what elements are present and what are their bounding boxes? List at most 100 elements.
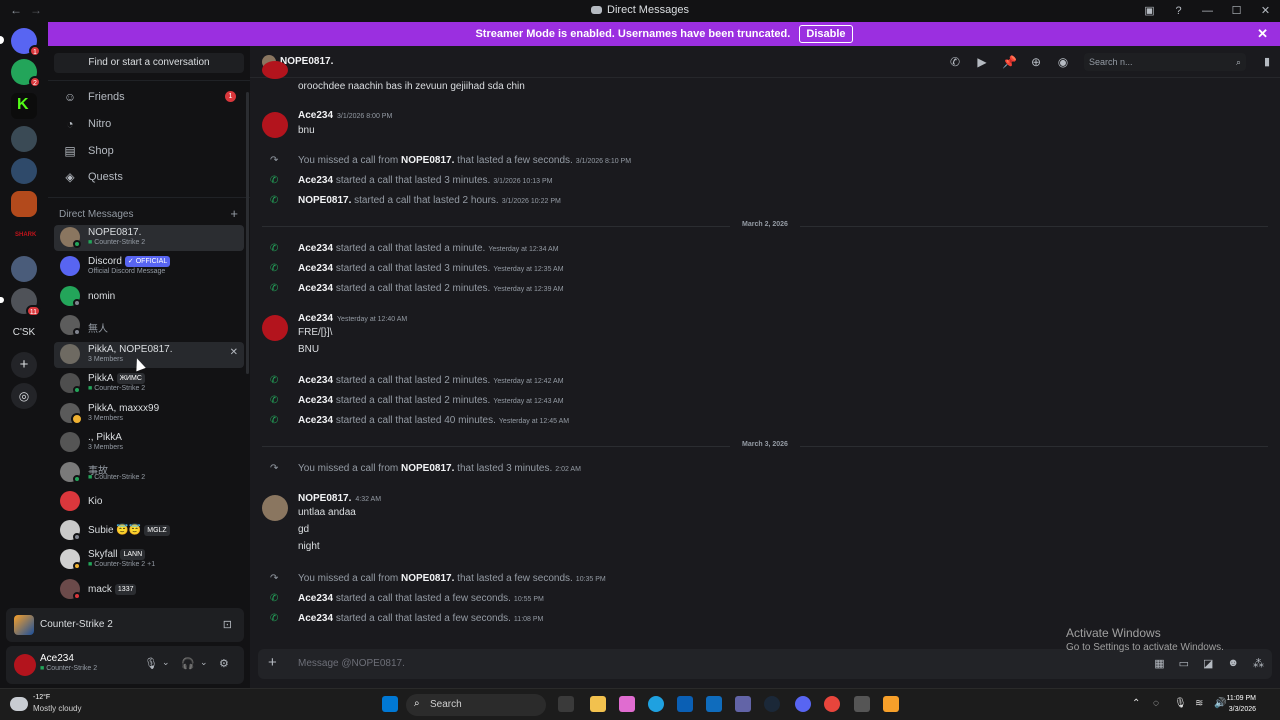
missed-call-icon: ↷	[270, 573, 279, 584]
avatar[interactable]	[262, 315, 288, 341]
create-dm-icon[interactable]: +	[230, 206, 238, 221]
phone-icon: ✆	[270, 593, 279, 604]
nav-nitro[interactable]: ◔ Nitro	[54, 111, 244, 137]
gif-icon[interactable]: ▭	[1179, 657, 1189, 670]
steam-icon[interactable]	[764, 696, 780, 712]
clock[interactable]: 11:09 PM 3/3/2026	[1227, 693, 1256, 715]
dm-item[interactable]: Kio	[54, 489, 244, 515]
game-icon: ■	[88, 385, 93, 392]
avatar	[262, 61, 288, 79]
phone-icon: ✆	[270, 375, 279, 386]
teams-icon[interactable]	[735, 696, 751, 712]
nav-friends[interactable]: ☺ Friends 1	[54, 84, 244, 110]
search-input[interactable]: Search n... ⌕	[1084, 53, 1246, 71]
dm-item[interactable]: PikkA, NOPE0817. 3 Members ✕	[54, 342, 244, 368]
server-icon-green[interactable]: 2	[11, 59, 41, 88]
wifi-icon[interactable]: ≋	[1195, 698, 1203, 709]
message-input[interactable]: Message @NOPE0817.	[298, 658, 405, 669]
avatar[interactable]	[262, 495, 288, 521]
dm-item[interactable]: Discord ✓ OFFICIAL Official Discord Messa…	[54, 254, 244, 280]
server-icon-avatar[interactable]: 11	[11, 288, 41, 317]
outlook-icon[interactable]	[706, 696, 722, 712]
dm-item[interactable]: Skyfall LANN ■ Counter-Strike 2 +1	[54, 547, 244, 573]
nav-quests[interactable]: ◈ Quests	[54, 164, 244, 190]
close-banner-icon[interactable]: ✕	[1257, 22, 1268, 46]
edge-icon[interactable]	[648, 696, 664, 712]
sticker-icon[interactable]: ◪	[1203, 657, 1213, 670]
avatar	[60, 344, 80, 364]
pin-icon[interactable]: 📌	[1002, 55, 1017, 69]
inbox-icon[interactable]: ▣	[1135, 0, 1164, 22]
server-icon-k[interactable]: K	[11, 93, 37, 119]
shop-icon: ▤	[64, 144, 76, 158]
message-composer[interactable]: + Message @NOPE0817. ▦ ▭ ◪ ☻ ⁂	[258, 649, 1272, 679]
add-server-icon[interactable]: +	[11, 352, 37, 378]
phone-icon: ✆	[270, 283, 279, 294]
server-icon-grey[interactable]	[11, 126, 37, 152]
taskbar-search[interactable]: ⌕ Search	[406, 694, 546, 716]
video-call-icon[interactable]: ▶	[975, 55, 989, 69]
apps-icon[interactable]: ⁂	[1253, 657, 1264, 670]
user-avatar[interactable]	[14, 654, 36, 676]
server-list: 1 2 K SHARK 11 C'SK + ◎	[0, 22, 48, 688]
inbox-icon[interactable]: ▮	[1264, 55, 1270, 68]
nav-shop[interactable]: ▤ Shop	[54, 138, 244, 164]
find-conversation-button[interactable]: Find or start a conversation	[54, 53, 244, 73]
dm-item[interactable]: PikkA, maxxx99 3 Members	[54, 401, 244, 427]
maximize-icon[interactable]: ☐	[1222, 0, 1251, 22]
emoji-icon[interactable]: ☻	[1227, 657, 1239, 670]
chevron-down-icon[interactable]: ⌄	[200, 657, 208, 668]
microphone-icon[interactable]: 🎙	[144, 657, 158, 670]
dm-item[interactable]: nomin	[54, 284, 244, 310]
dm-item[interactable]: NOPE0817. ■ Counter-Strike 2	[54, 225, 244, 251]
voice-call-icon[interactable]: ✆	[948, 55, 962, 69]
file-explorer-icon[interactable]	[590, 696, 606, 712]
disable-streamer-button[interactable]: Disable	[799, 25, 853, 43]
dm-item[interactable]: ., PikkA 3 Members	[54, 430, 244, 456]
settings-gear-icon[interactable]: ⚙	[219, 657, 229, 670]
network-tray-icon[interactable]: ◌	[1153, 698, 1159, 709]
server-icon-orange[interactable]	[11, 191, 37, 217]
add-friends-icon[interactable]: ⊕	[1029, 55, 1043, 69]
minimize-icon[interactable]: —	[1193, 0, 1222, 22]
task-view-icon[interactable]	[558, 696, 574, 712]
discord-taskbar-icon[interactable]	[795, 696, 811, 712]
user-profile-icon[interactable]: ◉	[1056, 55, 1070, 69]
windows-start-icon[interactable]	[382, 696, 398, 712]
official-tag: ✓ OFFICIAL	[124, 256, 171, 267]
clan-tag: ЖИМС	[116, 373, 145, 384]
discord-home-icon[interactable]: 1	[11, 28, 41, 57]
game-icon: ■	[88, 239, 93, 246]
mic-tray-icon[interactable]: 🎙	[1174, 698, 1187, 709]
server-icon-yellow[interactable]	[11, 256, 37, 282]
sidebar-scrollbar[interactable]	[246, 92, 249, 374]
dm-item[interactable]: mack 1337	[54, 577, 244, 603]
close-window-icon[interactable]: ✕	[1251, 0, 1280, 22]
help-icon[interactable]: ?	[1164, 0, 1193, 22]
phone-icon: ✆	[270, 175, 279, 186]
dm-item[interactable]: PikkA ЖИМС ■ Counter-Strike 2	[54, 371, 244, 397]
avatar[interactable]	[262, 112, 288, 138]
server-icon-text[interactable]: C'SK	[10, 327, 38, 338]
stream-screen-icon[interactable]: ⊡	[223, 618, 232, 631]
discover-icon[interactable]: ◎	[11, 383, 37, 409]
close-dm-icon[interactable]: ✕	[230, 347, 238, 358]
headphones-icon[interactable]: 🎧	[181, 657, 195, 670]
chevron-up-icon[interactable]: ⌃	[1132, 698, 1140, 709]
windows-taskbar: -12°F Mostly cloudy ⌕ Search ⌃ ◌ 🎙 ≋ 🔊 1…	[0, 688, 1280, 720]
copilot-icon[interactable]	[619, 696, 635, 712]
gift-icon[interactable]: ▦	[1154, 657, 1164, 670]
cs2-taskbar-icon[interactable]	[883, 696, 899, 712]
dm-item[interactable]: 無人	[54, 313, 244, 339]
dm-item[interactable]: Subie 😇😇 MGLZ	[54, 518, 244, 544]
dm-item[interactable]: 事故 ■ Counter-Strike 2	[54, 460, 244, 486]
attach-plus-icon[interactable]: +	[268, 654, 277, 671]
app-icon[interactable]	[854, 696, 870, 712]
activity-panel[interactable]: Counter-Strike 2 ⊡	[6, 608, 244, 642]
server-icon-blue[interactable]	[11, 158, 37, 184]
server-icon-red-text[interactable]: SHARK	[11, 224, 37, 250]
volume-icon[interactable]: 🔊	[1214, 698, 1226, 709]
store-icon[interactable]	[677, 696, 693, 712]
chrome-icon[interactable]	[824, 696, 840, 712]
chevron-down-icon[interactable]: ⌄	[162, 657, 170, 668]
